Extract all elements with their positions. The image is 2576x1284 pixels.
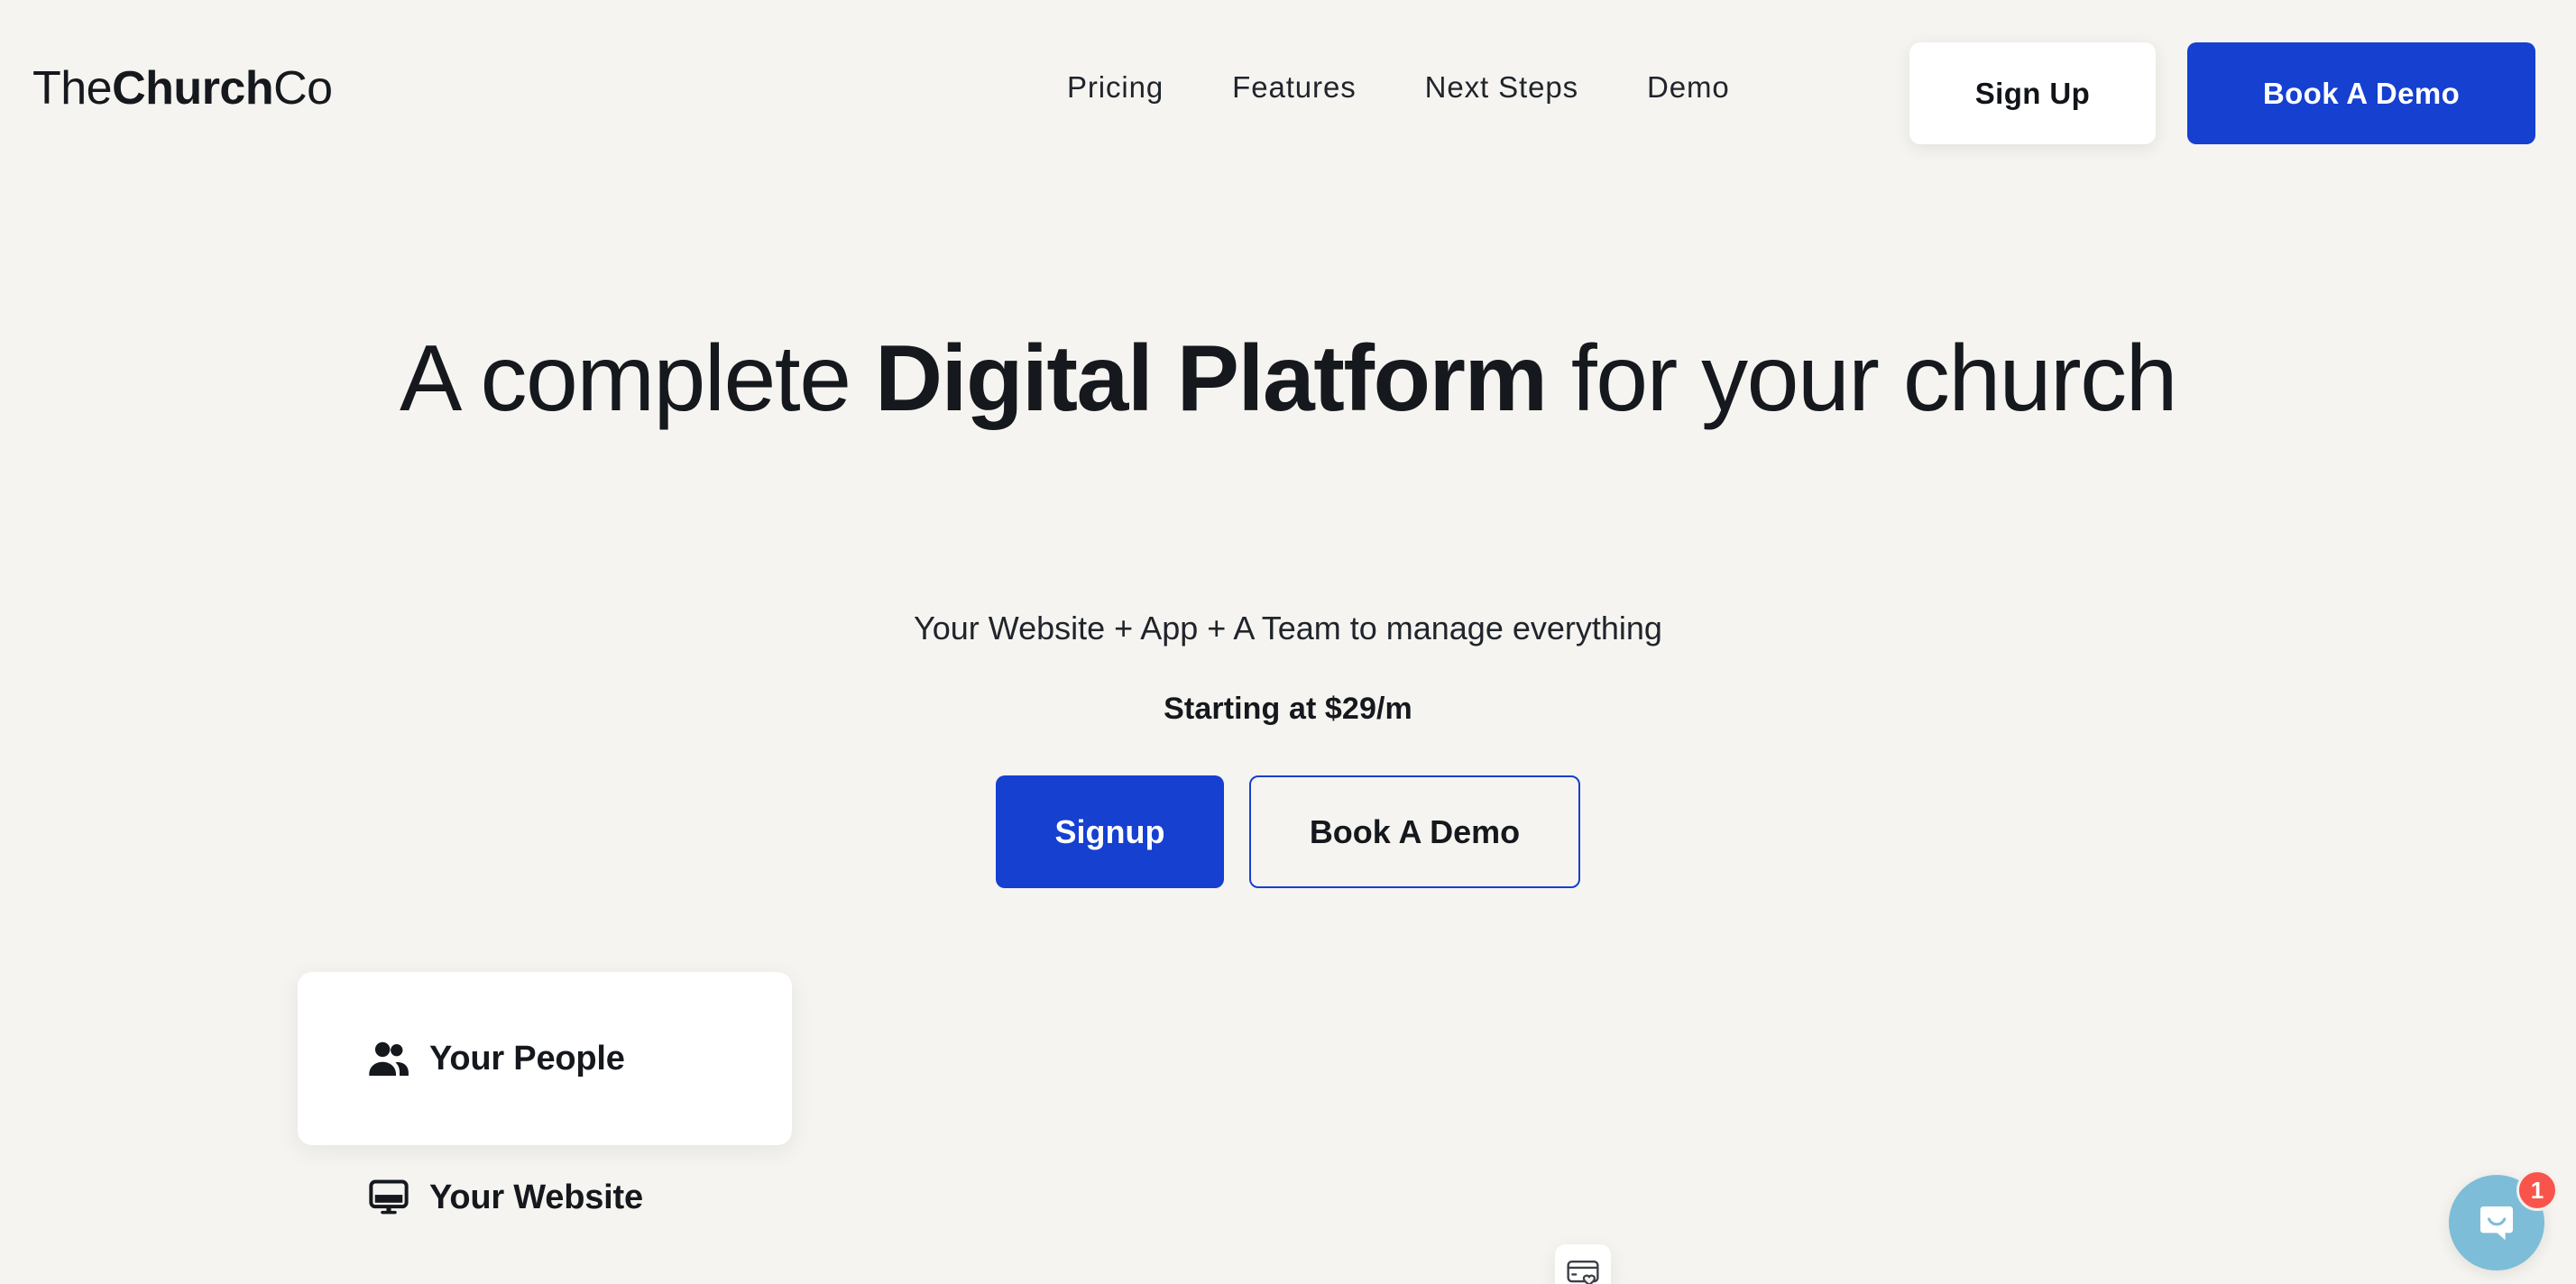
feature-label: Your People bbox=[429, 1040, 625, 1078]
feature-label: Your Website bbox=[429, 1179, 643, 1216]
logo-strong: Church bbox=[112, 62, 274, 115]
nav-link-pricing[interactable]: Pricing bbox=[1033, 72, 1198, 102]
site-header: TheChurchCo Pricing Features Next Steps … bbox=[0, 0, 2576, 171]
hero-price-note: Starting at $29/m bbox=[1164, 692, 1412, 726]
main-navigation: Pricing Features Next Steps Demo bbox=[1033, 72, 1764, 102]
nav-link-demo[interactable]: Demo bbox=[1613, 72, 1764, 102]
chat-unread-badge[interactable]: 1 bbox=[2516, 1169, 2558, 1211]
nav-link-features[interactable]: Features bbox=[1198, 72, 1390, 102]
hero-title-after: for your church bbox=[1546, 326, 2178, 431]
hero-title-before: A complete bbox=[400, 326, 875, 431]
credit-card-heart-icon bbox=[1567, 1259, 1599, 1284]
feature-item: Your Website bbox=[368, 1177, 643, 1218]
page-title: A complete Digital Platform for your chu… bbox=[0, 317, 2576, 440]
feature-tile-giving[interactable] bbox=[1555, 1244, 1611, 1284]
sign-up-button[interactable]: Sign Up bbox=[1909, 42, 2156, 144]
book-a-demo-outline-button[interactable]: Book A Demo bbox=[1249, 775, 1580, 888]
feature-card-your-website[interactable]: Your Website bbox=[368, 1177, 643, 1218]
people-icon bbox=[368, 1038, 409, 1079]
logo-prefix: The bbox=[32, 62, 113, 115]
book-a-demo-button[interactable]: Book A Demo bbox=[2187, 42, 2535, 144]
feature-item: Your People bbox=[368, 1038, 625, 1079]
hero-cta-group: Signup Book A Demo bbox=[0, 775, 2576, 888]
desktop-monitor-icon bbox=[368, 1177, 409, 1218]
logo-suffix: Co bbox=[273, 62, 333, 115]
nav-link-next-steps[interactable]: Next Steps bbox=[1391, 72, 1613, 102]
signup-button[interactable]: Signup bbox=[996, 775, 1224, 888]
hero-title-strong: Digital Platform bbox=[874, 326, 1548, 431]
chat-bubble-smile-icon bbox=[2475, 1201, 2518, 1244]
hero-subtitle: Your Website + App + A Team to manage ev… bbox=[914, 610, 1662, 647]
feature-card-your-people[interactable]: Your People bbox=[298, 972, 792, 1145]
site-logo[interactable]: TheChurchCo bbox=[32, 65, 333, 112]
header-actions: Sign Up Book A Demo bbox=[1909, 42, 2535, 144]
